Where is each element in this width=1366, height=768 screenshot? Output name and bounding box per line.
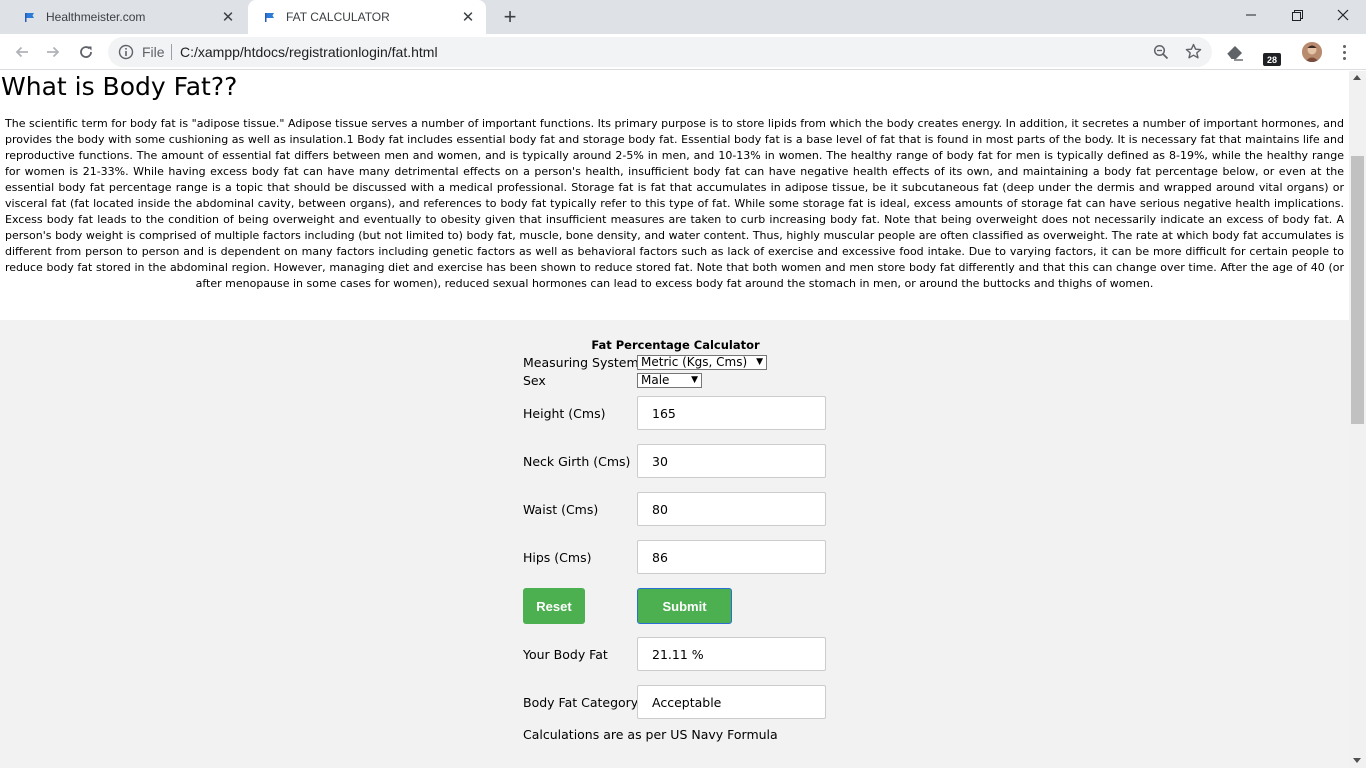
close-window-icon[interactable] xyxy=(1320,0,1366,30)
scrollbar-thumb[interactable] xyxy=(1351,156,1364,424)
tab-healthmeister[interactable]: Healthmeister.com ✕ xyxy=(8,0,246,34)
hips-label: Hips (Cms) xyxy=(523,550,592,565)
minimize-icon[interactable] xyxy=(1228,0,1274,30)
tab-fat-calculator[interactable]: FAT CALCULATOR ✕ xyxy=(248,0,486,34)
body-fat-label: Your Body Fat xyxy=(523,647,608,662)
sex-value: Male xyxy=(641,373,670,387)
neck-girth-label: Neck Girth (Cms) xyxy=(523,454,631,469)
extension-badge[interactable]: 28 xyxy=(1263,53,1281,66)
restore-icon[interactable] xyxy=(1274,0,1320,30)
zoom-icon[interactable] xyxy=(1153,44,1169,64)
page-viewport: What is Body Fat?? The scientific term f… xyxy=(0,71,1349,768)
formula-footnote: Calculations are as per US Navy Formula xyxy=(523,727,778,742)
dropdown-arrow-icon: ▼ xyxy=(756,357,763,367)
body-fat-category-result[interactable]: Acceptable xyxy=(637,685,826,719)
profile-avatar[interactable] xyxy=(1302,42,1322,62)
dropdown-arrow-icon: ▼ xyxy=(691,375,698,385)
calculator-title: Fat Percentage Calculator xyxy=(591,338,760,352)
sex-select[interactable]: Male ▼ xyxy=(637,373,702,388)
more-menu-icon[interactable] xyxy=(1336,43,1352,61)
measuring-system-value: Metric (Kgs, Cms) xyxy=(641,355,748,369)
height-input[interactable]: 165 xyxy=(637,396,826,430)
flag-favicon-icon xyxy=(24,11,36,23)
bookmark-star-icon[interactable] xyxy=(1185,43,1202,64)
sex-label: Sex xyxy=(523,373,546,388)
neck-girth-input[interactable]: 30 xyxy=(637,444,826,478)
forward-arrow-icon[interactable] xyxy=(40,39,66,65)
reload-icon[interactable] xyxy=(73,39,99,65)
page-scrollbar[interactable] xyxy=(1349,71,1366,768)
tab-title: FAT CALCULATOR xyxy=(286,10,390,24)
height-label: Height (Cms) xyxy=(523,406,606,421)
submit-button[interactable]: Submit xyxy=(637,588,732,624)
reset-button[interactable]: Reset xyxy=(523,588,585,624)
body-fat-result[interactable]: 21.11 % xyxy=(637,637,826,671)
measuring-system-label: Measuring System xyxy=(523,355,639,370)
flag-favicon-icon xyxy=(264,11,276,23)
tab-title: Healthmeister.com xyxy=(46,10,146,24)
waist-label: Waist (Cms) xyxy=(523,502,599,517)
measuring-system-select[interactable]: Metric (Kgs, Cms) ▼ xyxy=(637,355,767,370)
info-icon[interactable] xyxy=(118,44,134,60)
scheme-label: File xyxy=(142,44,165,60)
back-arrow-icon[interactable] xyxy=(9,39,35,65)
body-fat-category-label: Body Fat Category xyxy=(523,695,639,710)
omnibox-divider xyxy=(171,44,172,60)
url-text[interactable]: C:/xampp/htdocs/registrationlogin/fat.ht… xyxy=(180,44,438,60)
tab-strip: Healthmeister.com ✕ FAT CALCULATOR ✕ + xyxy=(0,0,1366,34)
waist-input[interactable]: 80 xyxy=(637,492,826,526)
close-tab-icon[interactable]: ✕ xyxy=(458,7,478,27)
browser-toolbar: File C:/xampp/htdocs/registrationlogin/f… xyxy=(0,34,1366,70)
close-tab-icon[interactable]: ✕ xyxy=(218,7,238,27)
body-fat-article: The scientific term for body fat is "adi… xyxy=(5,117,1344,290)
new-tab-button[interactable]: + xyxy=(498,4,522,29)
hips-input[interactable]: 86 xyxy=(637,540,826,574)
scroll-down-arrow-icon[interactable] xyxy=(1353,758,1361,763)
calculator-panel: Fat Percentage Calculator Measuring Syst… xyxy=(0,320,1349,768)
page-title: What is Body Fat?? xyxy=(1,72,238,101)
address-bar[interactable]: File C:/xampp/htdocs/registrationlogin/f… xyxy=(108,37,1212,67)
scroll-up-arrow-icon[interactable] xyxy=(1353,75,1361,80)
eraser-extension-icon[interactable] xyxy=(1225,43,1245,65)
